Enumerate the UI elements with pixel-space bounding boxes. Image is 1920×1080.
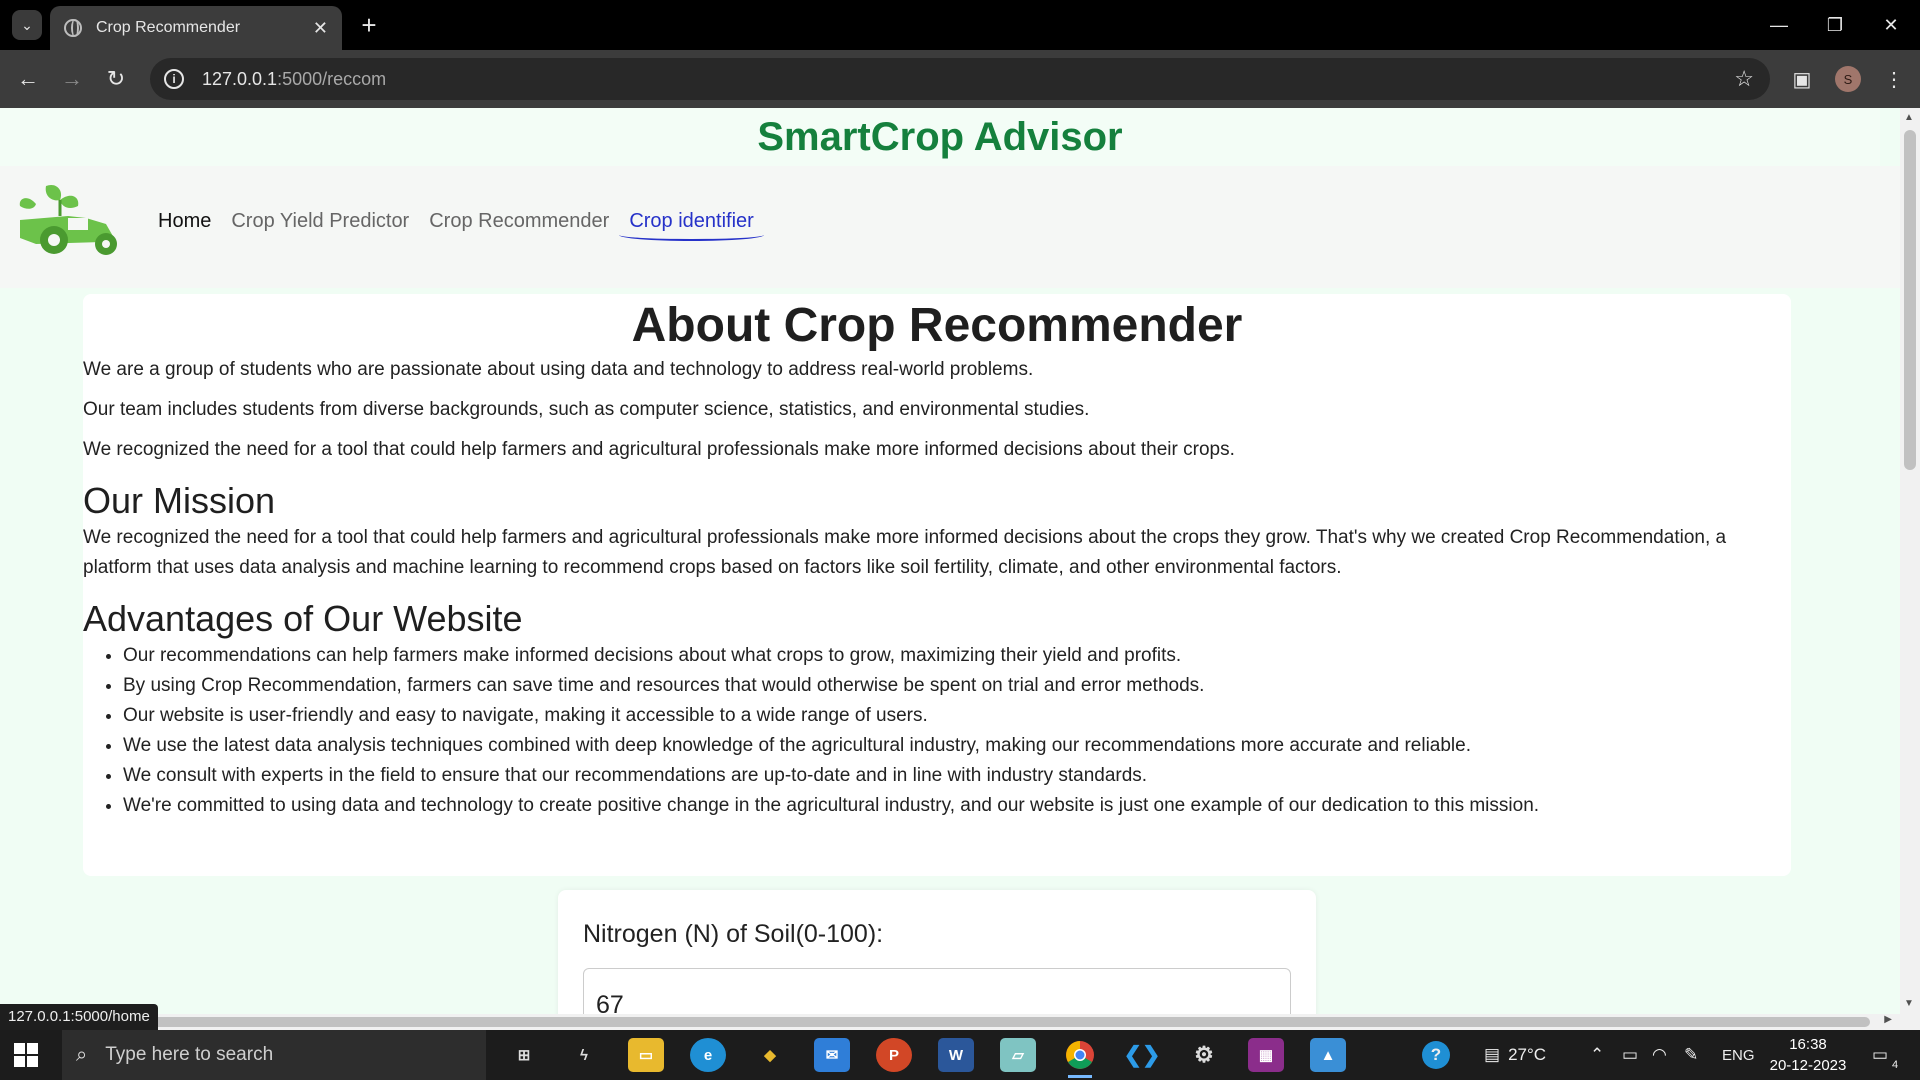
word-icon[interactable]: W [938, 1038, 974, 1072]
settings-gear-icon[interactable]: ⚙ [1186, 1038, 1222, 1072]
weather-widget[interactable]: ▤ 27°C [1484, 1030, 1546, 1080]
list-item: We consult with experts in the field to … [123, 761, 1791, 791]
nav-crop-identifier-link[interactable]: Crop identifier [619, 210, 764, 241]
advantages-heading: Advantages of Our Website [83, 598, 523, 639]
globe-icon [64, 19, 82, 37]
notification-center-icon[interactable]: ▭ 4 [1872, 1030, 1898, 1080]
new-tab-button[interactable]: + [354, 10, 384, 40]
help-icon[interactable]: ? [1422, 1030, 1450, 1080]
task-view-icon[interactable]: ⊞ [506, 1038, 542, 1072]
mail-icon[interactable]: ✉ [814, 1038, 850, 1072]
taskbar-search[interactable]: ⌕ Type here to search [62, 1030, 486, 1080]
tab-search-menu-button[interactable]: ⌄ [12, 10, 42, 40]
url-text[interactable]: 127.0.0.1:5000/reccom [202, 69, 386, 90]
site-info-icon[interactable]: i [164, 69, 184, 89]
bookmark-star-icon[interactable]: ☆ [1734, 66, 1754, 92]
battery-icon[interactable]: ▭ [1622, 1030, 1638, 1080]
close-tab-icon[interactable]: ✕ [313, 18, 328, 39]
horizontal-scrollbar[interactable]: ▶ [0, 1014, 1920, 1030]
photos-icon[interactable]: ▲ [1310, 1038, 1346, 1072]
notes-app-icon[interactable]: ▱ [1000, 1038, 1036, 1072]
site-title: SmartCrop Advisor [0, 108, 1880, 166]
list-item: By using Crop Recommendation, farmers ca… [123, 671, 1791, 701]
url-path: :5000/reccom [277, 68, 387, 89]
pen-icon[interactable]: ✎ [1684, 1030, 1698, 1080]
scroll-right-arrow-icon[interactable]: ▶ [1884, 1014, 1892, 1025]
winrar-icon[interactable]: ▦ [1248, 1038, 1284, 1072]
clock-time: 16:38 [1789, 1036, 1827, 1053]
show-hidden-icons-chevron-icon[interactable]: ⌃ [1590, 1030, 1604, 1080]
avatar: S [1835, 66, 1861, 92]
list-item: We use the latest data analysis techniqu… [123, 731, 1791, 761]
more-menu-icon[interactable]: ⋮ [1878, 63, 1910, 95]
nav-crop-recommender-link[interactable]: Crop Recommender [429, 210, 609, 233]
side-panel-icon[interactable]: ▣ [1786, 63, 1818, 95]
nav-home-link[interactable]: Home [158, 210, 211, 233]
edge-icon[interactable]: e [690, 1038, 726, 1072]
restore-button[interactable]: ❐ [1806, 8, 1864, 42]
minimize-button[interactable]: — [1750, 8, 1808, 42]
scrollbar-thumb[interactable] [150, 1017, 1870, 1027]
tractor-logo[interactable] [6, 180, 130, 260]
tools-app-icon[interactable]: ◆ [752, 1038, 788, 1072]
windows-start-icon[interactable] [14, 1043, 38, 1067]
nitrogen-label: Nitrogen (N) of Soil(0-100): [583, 920, 884, 948]
nitrogen-input[interactable]: 67 [583, 968, 1291, 1014]
browser-tab-bar: ⌄ Crop Recommender ✕ + — ❐ ✕ [0, 0, 1920, 50]
clock-date: 20-12-2023 [1769, 1057, 1847, 1074]
browser-toolbar: ← → ↻ i 127.0.0.1:5000/reccom ☆ ▣ S ⋮ [0, 50, 1920, 108]
powerpoint-icon[interactable]: P [876, 1038, 912, 1072]
list-item: We're committed to using data and techno… [123, 791, 1791, 821]
scroll-up-arrow-icon[interactable]: ▲ [1904, 112, 1914, 123]
weather-temp: 27°C [1508, 1045, 1547, 1064]
list-item: Our website is user-friendly and easy to… [123, 701, 1791, 731]
browser-tab[interactable]: Crop Recommender ✕ [50, 6, 342, 50]
site-navbar: Home Crop Yield Predictor Crop Recommend… [0, 166, 1900, 288]
recommendation-form: Nitrogen (N) of Soil(0-100): 67 [558, 890, 1316, 1014]
file-explorer-icon[interactable]: ▭ [628, 1038, 664, 1072]
chrome-logo-icon [1066, 1041, 1094, 1069]
about-paragraph: Our team includes students from diverse … [83, 399, 1090, 420]
cortana-icon[interactable]: ϟ [566, 1038, 602, 1072]
reload-icon[interactable]: ↻ [100, 63, 132, 95]
nav-crop-yield-predictor-link[interactable]: Crop Yield Predictor [231, 210, 409, 233]
scrollbar-thumb[interactable] [1904, 130, 1916, 470]
search-placeholder: Type here to search [105, 1044, 274, 1065]
scroll-down-arrow-icon[interactable]: ▼ [1904, 998, 1914, 1009]
vertical-scrollbar[interactable]: ▲ ▼ [1900, 108, 1920, 1014]
nav-links: Home Crop Yield Predictor Crop Recommend… [158, 210, 764, 241]
weather-icon: ▤ [1484, 1045, 1501, 1064]
profile-button[interactable]: S [1832, 63, 1864, 95]
page-viewport: SmartCrop Advisor Home Crop Yield Predic… [0, 108, 1900, 1014]
about-section: About Crop Recommender We are a group of… [83, 294, 1791, 876]
notification-count-badge: 4 [1891, 1059, 1899, 1071]
tab-title: Crop Recommender [96, 19, 241, 36]
taskbar-clock[interactable]: 16:38 20-12-2023 [1756, 1034, 1860, 1076]
address-bar[interactable]: i 127.0.0.1:5000/reccom ☆ [150, 58, 1770, 100]
advantages-list: Our recommendations can help farmers mak… [83, 641, 1791, 821]
back-icon[interactable]: ← [12, 63, 44, 95]
vscode-icon[interactable]: ❮❯ [1124, 1038, 1161, 1072]
about-heading: About Crop Recommender [631, 299, 1243, 352]
about-paragraph: We are a group of students who are passi… [83, 359, 1034, 380]
language-indicator[interactable]: ENG [1722, 1030, 1755, 1080]
search-icon: ⌕ [76, 1043, 88, 1066]
chrome-icon[interactable] [1062, 1038, 1098, 1078]
mission-text: We recognized the need for a tool that c… [83, 527, 1727, 578]
wifi-icon[interactable]: ◠ [1652, 1030, 1667, 1080]
about-paragraph: We recognized the need for a tool that c… [83, 439, 1235, 460]
windows-taskbar: ⌕ Type here to search ⊞ ϟ ▭ e ◆ ✉ P W ▱ … [0, 1030, 1920, 1080]
link-status-bubble: 127.0.0.1:5000/home [0, 1004, 158, 1030]
list-item: Our recommendations can help farmers mak… [123, 641, 1791, 671]
mission-heading: Our Mission [83, 480, 276, 521]
forward-icon[interactable]: → [56, 63, 88, 95]
close-window-button[interactable]: ✕ [1862, 8, 1920, 42]
url-host: 127.0.0.1 [202, 68, 278, 89]
